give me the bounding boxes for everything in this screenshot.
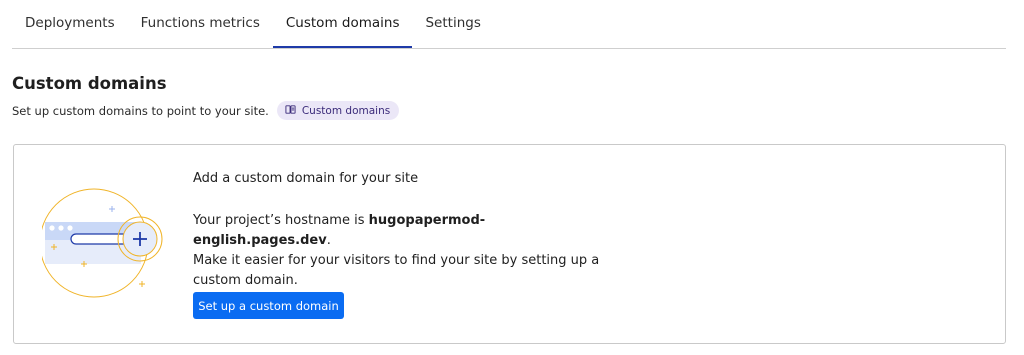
- card-title: Add a custom domain for your site: [193, 171, 419, 186]
- browser-add-domain-illustration: [39, 188, 182, 298]
- section-subtitle: Set up custom domains to point to your s…: [12, 103, 269, 118]
- add-domain-card: Add a custom domain for your site Your p…: [13, 144, 1006, 344]
- section-title: Custom domains: [12, 74, 167, 93]
- section-subtitle-row: Set up custom domains to point to your s…: [12, 101, 400, 120]
- tab-custom-domains[interactable]: Custom domains: [272, 0, 413, 48]
- docs-link-label: Custom domains: [301, 104, 391, 117]
- card-description-text: Make it easier for your visitors to find…: [193, 253, 600, 288]
- tab-settings[interactable]: Settings: [412, 0, 493, 48]
- tab-deployments[interactable]: Deployments: [12, 0, 128, 48]
- book-icon: [285, 104, 296, 118]
- set-up-custom-domain-button[interactable]: Set up a custom domain: [193, 292, 344, 319]
- tab-bar: Deployments Functions metrics Custom dom…: [12, 0, 1006, 49]
- card-description: Your project’s hostname is hugopapermod-…: [193, 211, 613, 291]
- hostname-suffix: .: [326, 233, 331, 248]
- hostname-prefix: Your project’s hostname is: [193, 213, 365, 228]
- tab-functions-metrics[interactable]: Functions metrics: [128, 0, 273, 48]
- docs-link-custom-domains[interactable]: Custom domains: [276, 101, 400, 120]
